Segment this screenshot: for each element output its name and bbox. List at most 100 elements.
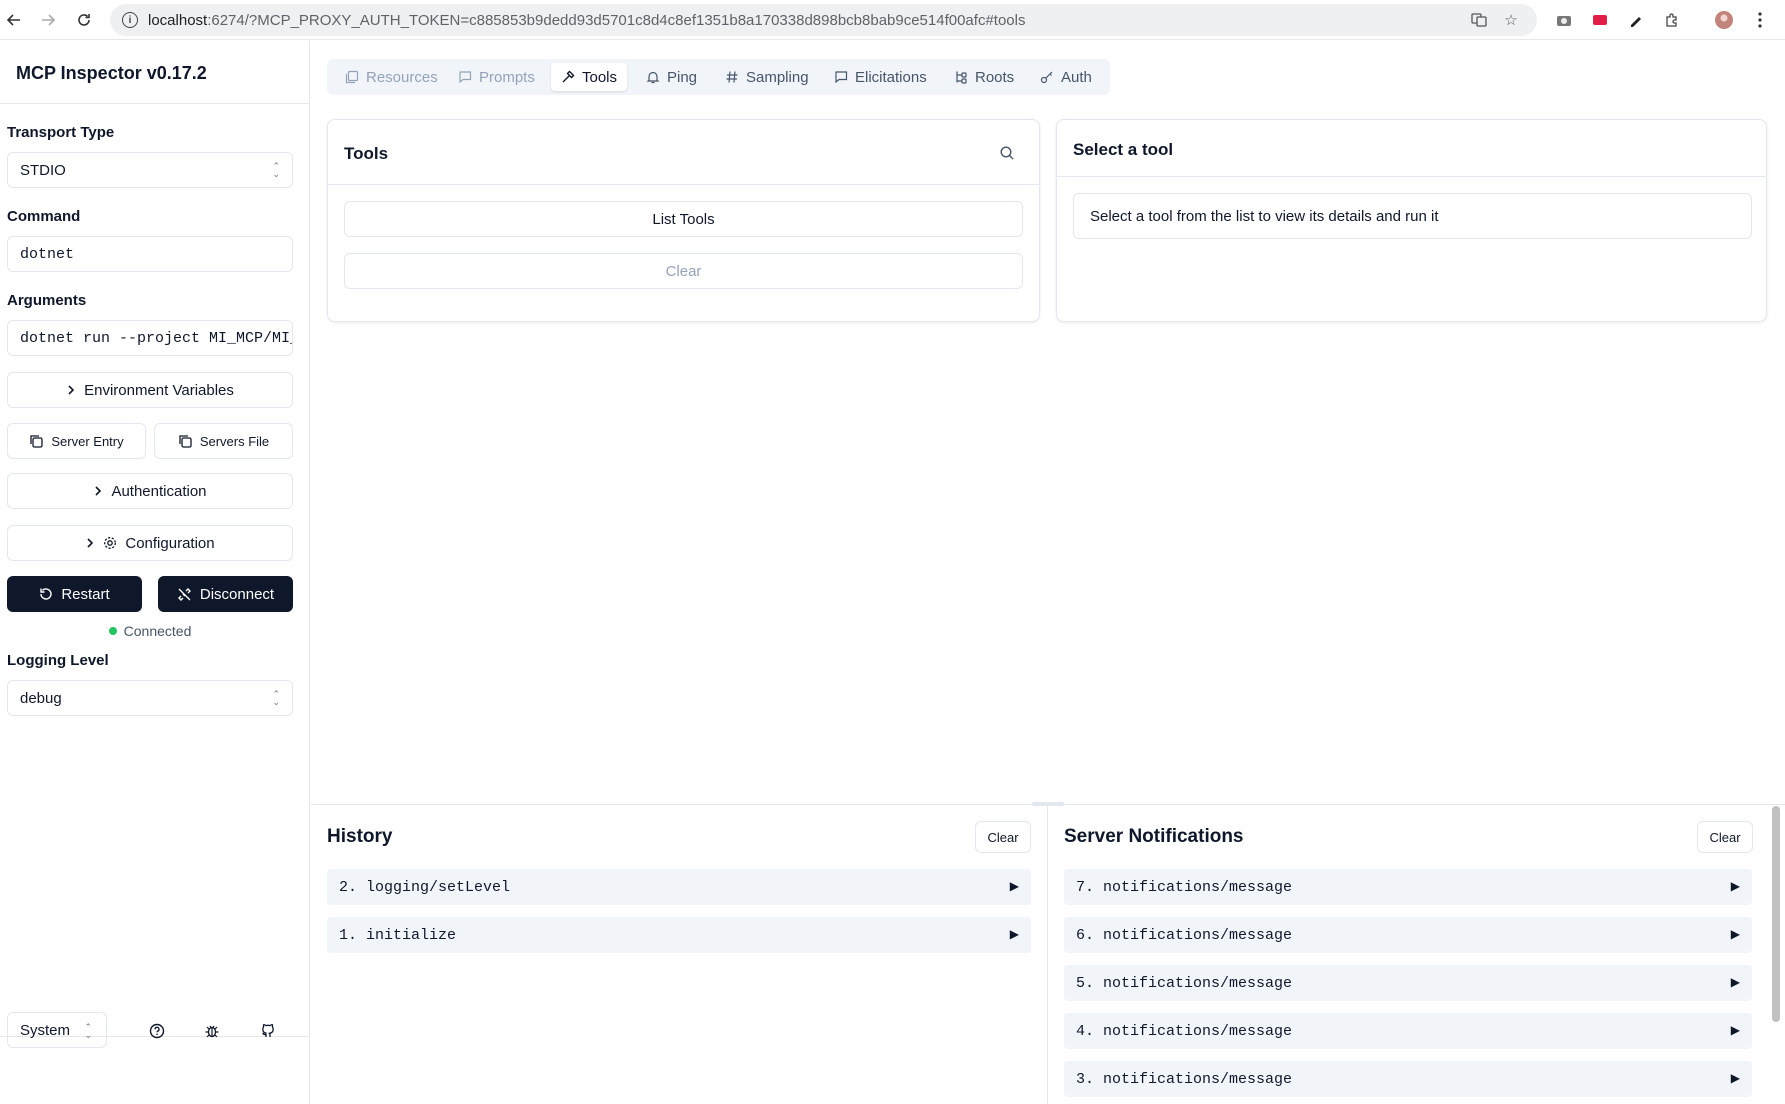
environment-variables-toggle[interactable]: Environment Variables — [7, 372, 293, 408]
pen-extension-icon[interactable] — [1624, 8, 1648, 32]
list-tools-label: List Tools — [652, 210, 715, 228]
restart-button[interactable]: Restart — [7, 576, 142, 612]
tree-icon — [956, 71, 967, 84]
app-title: MCP Inspector v0.17.2 — [16, 63, 207, 83]
tab-elicitations[interactable]: Elicitations — [824, 63, 937, 91]
copy-icon — [179, 435, 192, 448]
tab-roots[interactable]: Roots — [944, 63, 1024, 91]
resize-handle[interactable] — [1032, 802, 1064, 806]
red-extension-icon[interactable] — [1588, 8, 1612, 32]
history-item[interactable]: 1. initialize ▶ — [327, 917, 1031, 953]
tab-elicitations-label: Elicitations — [855, 68, 927, 86]
bug-icon[interactable] — [197, 1016, 227, 1046]
history-title: History — [327, 826, 393, 847]
tab-auth-label: Auth — [1061, 68, 1092, 86]
servers-file-button[interactable]: Servers File — [154, 423, 293, 459]
clear-tools-button[interactable]: Clear — [344, 253, 1023, 289]
browser-menu-icon[interactable] — [1748, 8, 1772, 32]
server-entry-button[interactable]: Server Entry — [7, 423, 146, 459]
tool-detail-title: Select a tool — [1073, 140, 1174, 159]
url-path: :6274/?MCP_PROXY_AUTH_TOKEN=c885853b9ded… — [207, 11, 1026, 29]
expand-triangle-icon: ▶ — [1730, 927, 1740, 941]
tool-detail-hint: Select a tool from the list to view its … — [1073, 193, 1752, 239]
command-value: dotnet — [20, 245, 75, 263]
camera-extension-icon[interactable] — [1552, 8, 1576, 32]
status-dot-icon — [108, 627, 117, 635]
key-icon — [1040, 71, 1053, 84]
site-info-icon[interactable]: i — [122, 12, 138, 28]
reload-icon[interactable] — [70, 0, 98, 40]
tab-resources[interactable]: Resources — [335, 63, 448, 91]
tab-prompts-label: Prompts — [479, 68, 535, 86]
tab-sampling[interactable]: Sampling — [715, 63, 819, 91]
logging-level-select[interactable]: debug ⌃ ⌄ — [7, 680, 293, 716]
logging-level-label: Logging Level — [7, 652, 109, 669]
expand-triangle-icon: ▶ — [1730, 879, 1740, 893]
notification-item[interactable]: 6. notifications/message ▶ — [1064, 917, 1752, 953]
configuration-toggle[interactable]: Configuration — [7, 525, 293, 561]
translate-icon[interactable] — [1469, 10, 1489, 30]
notifications-clear-button[interactable]: Clear — [1697, 821, 1753, 853]
notification-item-text: 4. notifications/message — [1076, 1022, 1293, 1040]
disconnect-button[interactable]: Disconnect — [158, 576, 293, 612]
arguments-label: Arguments — [7, 292, 87, 309]
disconnect-label: Disconnect — [199, 585, 275, 603]
expand-triangle-icon: ▶ — [1009, 927, 1019, 941]
servers-file-label: Servers File — [199, 433, 270, 449]
history-item[interactable]: 2. logging/setLevel ▶ — [327, 869, 1031, 905]
expand-triangle-icon: ▶ — [1730, 1023, 1740, 1037]
arguments-value: dotnet run --project MI_MCP/MI_ — [20, 329, 293, 347]
unplug-icon — [177, 587, 191, 601]
message-icon — [835, 71, 848, 84]
restart-label: Restart — [61, 585, 110, 603]
github-icon[interactable] — [253, 1016, 283, 1046]
tool-detail-divider — [1057, 176, 1766, 177]
notification-item-text: 3. notifications/message — [1076, 1070, 1293, 1088]
notification-item[interactable]: 7. notifications/message ▶ — [1064, 869, 1752, 905]
select-chevrons-icon: ⌃ ⌄ — [84, 1022, 92, 1040]
history-item-text: 1. initialize — [339, 926, 457, 944]
profile-avatar-icon[interactable] — [1712, 8, 1736, 32]
help-icon[interactable] — [142, 1016, 172, 1046]
notification-item[interactable]: 4. notifications/message ▶ — [1064, 1013, 1752, 1049]
search-icon[interactable] — [999, 145, 1015, 166]
tab-tools[interactable]: Tools — [551, 63, 628, 91]
restart-icon — [40, 588, 52, 600]
logging-level-value: debug — [20, 689, 62, 707]
tab-roots-label: Roots — [975, 68, 1015, 86]
transport-type-label: Transport Type — [7, 124, 115, 141]
tab-prompts[interactable]: Prompts — [448, 63, 545, 91]
notifications-scrollbar[interactable] — [1772, 806, 1780, 1022]
tools-card-divider — [328, 184, 1039, 185]
extensions-puzzle-icon[interactable] — [1660, 8, 1684, 32]
forward-icon[interactable] — [34, 0, 62, 40]
command-label: Command — [7, 208, 81, 225]
history-clear-button[interactable]: Clear — [975, 821, 1031, 853]
list-tools-button[interactable]: List Tools — [344, 201, 1023, 237]
arguments-input[interactable]: dotnet run --project MI_MCP/MI_ — [7, 320, 293, 356]
transport-type-select[interactable]: STDIO ⌃ ⌄ — [7, 152, 293, 188]
hash-icon — [726, 71, 738, 83]
tab-ping[interactable]: Ping — [636, 63, 707, 91]
history-item-text: 2. logging/setLevel — [339, 878, 511, 896]
history-clear-label: Clear — [987, 829, 1019, 845]
resources-icon — [345, 70, 359, 84]
tab-auth[interactable]: Auth — [1030, 63, 1102, 91]
theme-select[interactable]: System ⌃ ⌄ — [7, 1012, 107, 1048]
sidebar-divider — [0, 103, 309, 104]
copy-icon — [30, 435, 44, 448]
notification-item-text: 7. notifications/message — [1076, 878, 1293, 896]
address-bar[interactable]: i localhost:6274/?MCP_PROXY_AUTH_TOKEN=c… — [110, 4, 1537, 36]
back-icon[interactable] — [0, 0, 28, 40]
bookmark-star-icon[interactable]: ☆ — [1501, 10, 1521, 30]
tool-detail-card: Select a tool Select a tool from the lis… — [1056, 119, 1767, 322]
authentication-toggle[interactable]: Authentication — [7, 473, 293, 509]
authentication-label: Authentication — [111, 482, 207, 500]
expand-triangle-icon: ▶ — [1730, 975, 1740, 989]
command-input[interactable]: dotnet — [7, 236, 293, 272]
theme-value: System — [20, 1021, 71, 1039]
browser-toolbar: i localhost:6274/?MCP_PROXY_AUTH_TOKEN=c… — [0, 0, 1785, 40]
notification-item[interactable]: 5. notifications/message ▶ — [1064, 965, 1752, 1001]
notification-item[interactable]: 3. notifications/message ▶ — [1064, 1061, 1752, 1097]
select-chevrons-icon: ⌃ ⌄ — [272, 689, 280, 707]
